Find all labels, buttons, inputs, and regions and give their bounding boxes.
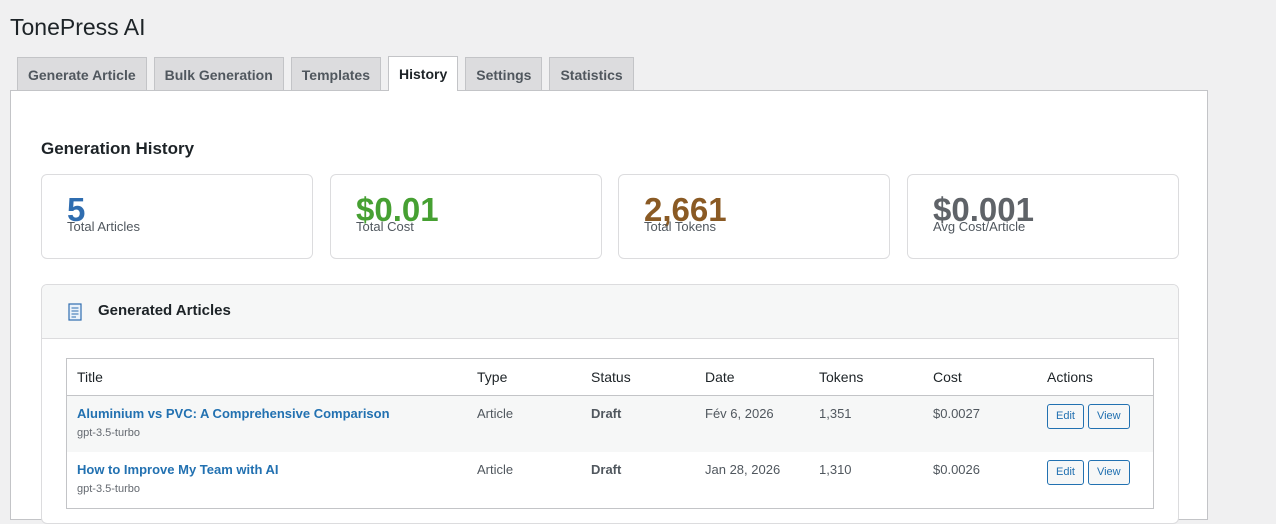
stat-label: Total Tokens	[644, 219, 717, 234]
tab-templates[interactable]: Templates	[290, 57, 381, 91]
stat-card-total-articles: 5 Total Articles	[41, 174, 313, 259]
tab-statistics[interactable]: Statistics	[549, 57, 634, 91]
tab-settings[interactable]: Settings	[465, 57, 543, 91]
cell-title: How to Improve My Team with AI gpt-3.5-t…	[66, 452, 467, 509]
cell-title: Aluminium vs PVC: A Comprehensive Compar…	[66, 395, 467, 452]
table-header-row: Title Type Status Date Tokens Cost Actio…	[66, 358, 1154, 396]
nav-tabs: Generate Article Bulk Generation Templat…	[17, 56, 634, 91]
document-icon	[68, 303, 82, 321]
cell-type: Article	[467, 395, 581, 452]
generated-articles-box: Generated Articles Title Type Status Dat…	[41, 284, 1179, 524]
tab-history[interactable]: History	[388, 56, 459, 91]
view-button[interactable]: View	[1087, 404, 1130, 429]
col-tokens: Tokens	[809, 358, 923, 396]
cell-cost: $0.0026	[923, 452, 1037, 509]
cell-actions: Edit View	[1037, 452, 1154, 509]
articles-table: Title Type Status Date Tokens Cost Actio…	[66, 358, 1154, 509]
col-title: Title	[66, 358, 467, 396]
cell-actions: Edit View	[1037, 395, 1154, 452]
articles-header: Generated Articles	[42, 285, 1178, 339]
cell-type: Article	[467, 452, 581, 509]
edit-button[interactable]: Edit	[1047, 404, 1084, 429]
tab-generate-article[interactable]: Generate Article	[17, 57, 147, 91]
stat-label: Total Articles	[67, 219, 140, 234]
app-title: TonePress AI	[10, 14, 146, 40]
section-title: Generation History	[41, 139, 195, 158]
col-actions: Actions	[1037, 358, 1154, 396]
cell-date: Fév 6, 2026	[695, 395, 809, 452]
cell-tokens: 1,351	[809, 395, 923, 452]
articles-title: Generated Articles	[98, 302, 231, 319]
stat-label: Total Cost	[356, 219, 414, 234]
col-status: Status	[581, 358, 695, 396]
col-date: Date	[695, 358, 809, 396]
stat-label: Avg Cost/Article	[933, 219, 1026, 234]
edit-button[interactable]: Edit	[1047, 460, 1084, 485]
history-panel: Generation History 5 Total Articles $0.0…	[10, 90, 1208, 524]
view-button[interactable]: View	[1087, 460, 1130, 485]
cell-status: Draft	[581, 395, 695, 452]
cell-status: Draft	[581, 452, 695, 509]
article-title-link[interactable]: How to Improve My Team with AI	[77, 462, 457, 477]
col-type: Type	[467, 358, 581, 396]
article-model: gpt-3.5-turbo	[77, 427, 140, 439]
col-cost: Cost	[923, 358, 1037, 396]
tab-bulk-generation[interactable]: Bulk Generation	[153, 57, 284, 91]
article-model: gpt-3.5-turbo	[77, 483, 140, 495]
cell-tokens: 1,310	[809, 452, 923, 509]
stat-card-total-cost: $0.01 Total Cost	[330, 174, 602, 259]
stat-card-avg-cost: $0.001 Avg Cost/Article	[907, 174, 1179, 259]
table-row: Aluminium vs PVC: A Comprehensive Compar…	[66, 395, 1154, 452]
table-row: How to Improve My Team with AI gpt-3.5-t…	[66, 452, 1154, 509]
article-title-link[interactable]: Aluminium vs PVC: A Comprehensive Compar…	[77, 406, 457, 421]
cell-cost: $0.0027	[923, 395, 1037, 452]
stat-card-total-tokens: 2,661 Total Tokens	[618, 174, 890, 259]
cell-date: Jan 28, 2026	[695, 452, 809, 509]
